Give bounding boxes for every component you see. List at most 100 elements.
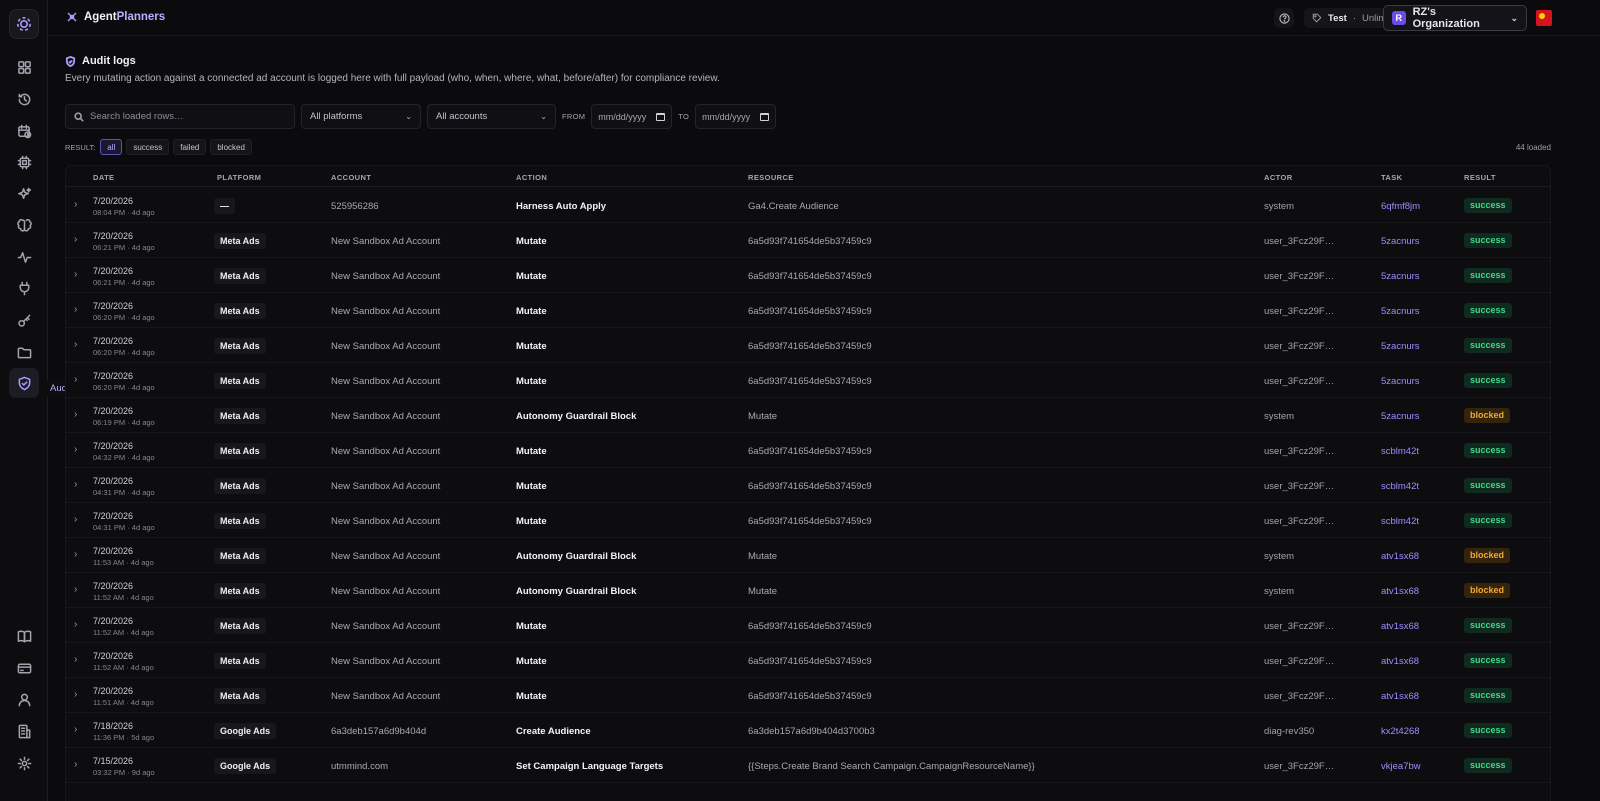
rail-item-shield[interactable] <box>9 368 39 398</box>
account-select[interactable]: All accounts ⌄ <box>427 104 556 129</box>
chevron-right-icon[interactable]: › <box>74 690 82 700</box>
table-row[interactable]: › 7/20/2026 06:20 PM · 4d ago Meta Ads New S… <box>66 328 1550 363</box>
col-account[interactable]: ACCOUNT <box>331 173 371 182</box>
task-link[interactable]: atv1sx68 <box>1381 586 1419 597</box>
table-row[interactable]: › 7/20/2026 06:21 PM · 4d ago Meta Ads New S… <box>66 258 1550 293</box>
col-result[interactable]: RESULT <box>1464 173 1496 182</box>
cell-date: 7/15/2026 03:32 PM · 9d ago <box>93 756 155 778</box>
table-row[interactable]: › 7/20/2026 04:31 PM · 4d ago Meta Ads New S… <box>66 468 1550 503</box>
locale-flag-icon[interactable] <box>1536 10 1552 26</box>
result-chip-success[interactable]: success <box>126 139 170 155</box>
result-badge: success <box>1464 478 1512 493</box>
chevron-right-icon[interactable]: › <box>74 515 82 525</box>
table-row[interactable]: › 7/20/2026 06:20 PM · 4d ago Meta Ads New S… <box>66 293 1550 328</box>
chevron-right-icon[interactable]: › <box>74 445 82 455</box>
chevron-right-icon[interactable]: › <box>74 270 82 280</box>
chevron-right-icon[interactable]: › <box>74 305 82 315</box>
col-task[interactable]: TASK <box>1381 173 1402 182</box>
chevron-right-icon[interactable]: › <box>74 480 82 490</box>
task-link[interactable]: atv1sx68 <box>1381 656 1419 667</box>
task-link[interactable]: atv1sx68 <box>1381 621 1419 632</box>
rail-item-plug[interactable] <box>9 273 39 303</box>
chevron-right-icon[interactable]: › <box>74 585 82 595</box>
rail-item-folder[interactable] <box>9 337 39 367</box>
cell-resource: 6a5d93f741654de5b37459c9 <box>748 271 872 282</box>
task-link[interactable]: 5zacnurs <box>1381 236 1420 247</box>
account-select-value: All accounts <box>436 111 488 122</box>
to-date-input[interactable]: mm/dd/yyyy <box>695 104 777 129</box>
task-link[interactable]: scblm42t <box>1381 516 1419 527</box>
rail-item-chip[interactable] <box>9 147 39 177</box>
cell-date: 7/20/2026 06:19 PM · 4d ago <box>93 406 155 428</box>
rail-item-building[interactable] <box>9 716 39 746</box>
platform-badge: Meta Ads <box>214 548 266 564</box>
task-link[interactable]: 5zacnurs <box>1381 341 1420 352</box>
cell-actor: user_3Fcz29F… <box>1264 481 1335 492</box>
table-row[interactable]: › 7/20/2026 06:21 PM · 4d ago Meta Ads New S… <box>66 223 1550 258</box>
rail-item-gear[interactable] <box>9 748 39 778</box>
rail-item-dashboard[interactable] <box>9 52 39 82</box>
rail-item-user[interactable] <box>9 684 39 714</box>
table-row[interactable]: › 7/15/2026 03:32 PM · 9d ago Google Ads utm… <box>66 748 1550 783</box>
from-date-input[interactable]: mm/dd/yyyy <box>591 104 673 129</box>
chevron-right-icon[interactable]: › <box>74 620 82 630</box>
chevron-right-icon[interactable]: › <box>74 375 82 385</box>
app-logo[interactable] <box>9 9 39 39</box>
table-row[interactable]: › 7/20/2026 11:52 AM · 4d ago Meta Ads New S… <box>66 608 1550 643</box>
key-icon <box>17 314 30 327</box>
task-link[interactable]: vkjea7bw <box>1381 761 1421 772</box>
table-row[interactable]: › 7/20/2026 08:04 PM · 4d ago — 525956286 Har… <box>66 188 1550 223</box>
rail-item-book[interactable] <box>9 621 39 651</box>
chevron-right-icon[interactable]: › <box>74 725 82 735</box>
table-row[interactable]: › 7/18/2026 11:36 PM · 5d ago Google Ads 6a3… <box>66 713 1550 748</box>
task-link[interactable]: 5zacnurs <box>1381 376 1420 387</box>
col-action[interactable]: ACTION <box>516 173 547 182</box>
chevron-right-icon[interactable]: › <box>74 340 82 350</box>
rail-item-history[interactable] <box>9 84 39 114</box>
cell-account: New Sandbox Ad Account <box>331 481 441 492</box>
col-date[interactable]: DATE <box>93 173 114 182</box>
table-row[interactable]: › 7/20/2026 06:20 PM · 4d ago Meta Ads New S… <box>66 363 1550 398</box>
rail-item-brain[interactable] <box>9 210 39 240</box>
chevron-right-icon[interactable]: › <box>74 655 82 665</box>
task-link[interactable]: 5zacnurs <box>1381 306 1420 317</box>
rail-item-key[interactable] <box>9 305 39 335</box>
task-link[interactable]: atv1sx68 <box>1381 551 1419 562</box>
rail-item-sparkles[interactable] <box>9 179 39 209</box>
platform-select[interactable]: All platforms ⌄ <box>301 104 421 129</box>
table-row[interactable]: › 7/20/2026 04:32 PM · 4d ago Meta Ads New S… <box>66 433 1550 468</box>
result-badge: success <box>1464 618 1512 633</box>
task-link[interactable]: 5zacnurs <box>1381 271 1420 282</box>
task-link[interactable]: 6qfmf8jm <box>1381 201 1420 212</box>
task-link[interactable]: 5zacnurs <box>1381 411 1420 422</box>
task-link[interactable]: atv1sx68 <box>1381 691 1419 702</box>
chevron-right-icon[interactable]: › <box>74 550 82 560</box>
result-chip-blocked[interactable]: blocked <box>210 139 252 155</box>
org-switcher[interactable]: R RZ's Organization ⌄ <box>1383 5 1527 31</box>
table-row[interactable]: › 7/20/2026 11:52 AM · 4d ago Meta Ads New S… <box>66 573 1550 608</box>
rail-item-credit-card[interactable] <box>9 653 39 683</box>
table-row[interactable]: › 7/20/2026 11:51 AM · 4d ago Meta Ads New S… <box>66 678 1550 713</box>
table-row[interactable]: › 7/20/2026 04:31 PM · 4d ago Meta Ads New S… <box>66 503 1550 538</box>
result-chip-all[interactable]: all <box>100 139 123 155</box>
brand[interactable]: Agent Planners <box>66 11 165 23</box>
col-resource[interactable]: RESOURCE <box>748 173 794 182</box>
task-link[interactable]: scblm42t <box>1381 481 1419 492</box>
col-platform[interactable]: PLATFORM <box>217 173 261 182</box>
from-date-placeholder: mm/dd/yyyy <box>598 111 647 122</box>
result-chip-failed[interactable]: failed <box>173 139 207 155</box>
search-input[interactable]: Search loaded rows… <box>65 104 295 129</box>
col-actor[interactable]: ACTOR <box>1264 173 1293 182</box>
rail-item-calendar-clock[interactable] <box>9 116 39 146</box>
help-button[interactable] <box>1274 8 1294 28</box>
table-row[interactable]: › 7/20/2026 11:52 AM · 4d ago Meta Ads New S… <box>66 643 1550 678</box>
chevron-right-icon[interactable]: › <box>74 235 82 245</box>
task-link[interactable]: kx2t4268 <box>1381 726 1420 737</box>
chevron-right-icon[interactable]: › <box>74 760 82 770</box>
table-row[interactable]: › 7/20/2026 11:53 AM · 4d ago Meta Ads New S… <box>66 538 1550 573</box>
rail-item-activity[interactable] <box>9 242 39 272</box>
chevron-right-icon[interactable]: › <box>74 410 82 420</box>
task-link[interactable]: scblm42t <box>1381 446 1419 457</box>
table-row[interactable]: › 7/20/2026 06:19 PM · 4d ago Meta Ads New S… <box>66 398 1550 433</box>
chevron-right-icon[interactable]: › <box>74 200 82 210</box>
